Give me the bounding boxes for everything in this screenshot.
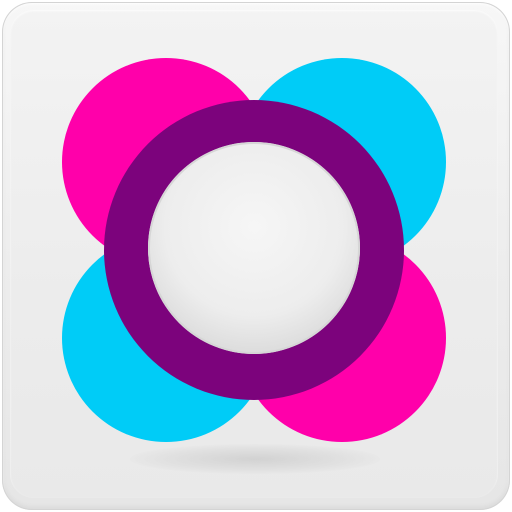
app-icon[interactable] [0, 0, 512, 512]
overlapping-rings-logo-icon [62, 58, 446, 442]
